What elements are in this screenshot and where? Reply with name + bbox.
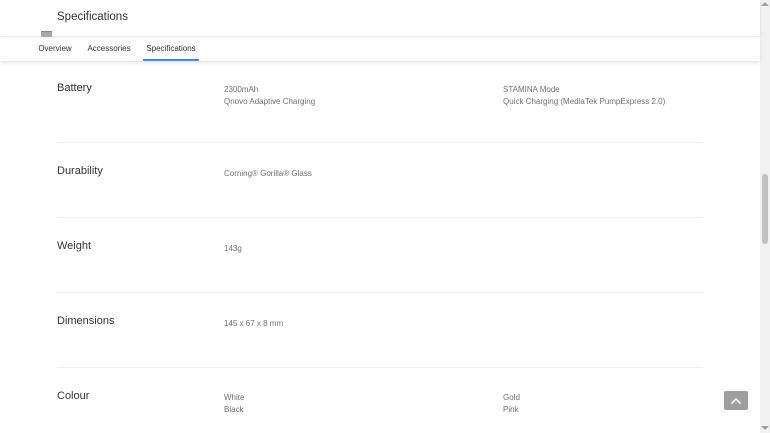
spec-value: Qnovo Adaptive Charging bbox=[224, 96, 316, 106]
spec-values-battery-col1: 2300mAh Qnovo Adaptive Charging bbox=[224, 84, 315, 107]
tab-accessories[interactable]: Accessories bbox=[86, 36, 132, 61]
spec-values-colour-col1: White Black bbox=[224, 392, 244, 415]
spec-section-dimensions: Dimensions 145 x 67 x 8 mm bbox=[57, 293, 703, 368]
spec-value: Quick Charging (MediaTek PumpExpress 2.0… bbox=[503, 96, 666, 106]
scrollbar-thumb[interactable] bbox=[762, 174, 768, 244]
spec-value: Gold bbox=[503, 393, 520, 402]
spec-value: 143g bbox=[224, 244, 242, 253]
top-header: Specifications bbox=[0, 0, 760, 36]
spec-section-colour: Colour White Black Gold Pink bbox=[57, 368, 703, 433]
back-to-top-button[interactable] bbox=[724, 391, 748, 410]
spec-values-durability: Corning® Gorilla® Glass bbox=[224, 168, 312, 180]
spec-section-battery: Battery 2300mAh Qnovo Adaptive Charging … bbox=[57, 80, 703, 143]
spec-value: 2300mAh bbox=[224, 85, 259, 94]
spec-value: 145 x 67 x 8 mm bbox=[224, 319, 284, 328]
spec-value: Black bbox=[224, 404, 244, 414]
scroll-down-arrow-icon[interactable] bbox=[761, 426, 769, 430]
spec-label-colour: Colour bbox=[57, 390, 90, 402]
tab-overview[interactable]: Overview bbox=[37, 36, 73, 61]
spec-section-weight: Weight 143g bbox=[57, 218, 703, 293]
spec-label-battery: Battery bbox=[57, 82, 92, 94]
spec-value: Corning® Gorilla® Glass bbox=[224, 169, 312, 178]
spec-value: Pink bbox=[503, 404, 519, 414]
spec-values-weight: 143g bbox=[224, 243, 242, 255]
spec-value: White bbox=[224, 393, 245, 402]
spec-values-dimensions: 145 x 67 x 8 mm bbox=[224, 318, 283, 330]
spec-label-durability: Durability bbox=[57, 165, 103, 177]
tab-specifications[interactable]: Specifications bbox=[143, 36, 199, 61]
spec-label-dimensions: Dimensions bbox=[57, 315, 115, 327]
spec-values-battery-col2: STAMINA Mode Quick Charging (MediaTek Pu… bbox=[503, 84, 665, 107]
spec-values-colour-col2: Gold Pink bbox=[503, 392, 520, 415]
spec-value: STAMINA Mode bbox=[503, 85, 560, 94]
scroll-up-arrow-icon[interactable] bbox=[761, 2, 769, 6]
tab-bar: Overview Accessories Specifications bbox=[0, 36, 760, 61]
spec-label-weight: Weight bbox=[57, 240, 92, 252]
spec-section-durability: Durability Corning® Gorilla® Glass bbox=[57, 143, 703, 218]
page-title: Specifications bbox=[57, 11, 128, 23]
chevron-up-icon bbox=[730, 397, 742, 404]
menu-handle-icon[interactable] bbox=[41, 31, 52, 37]
